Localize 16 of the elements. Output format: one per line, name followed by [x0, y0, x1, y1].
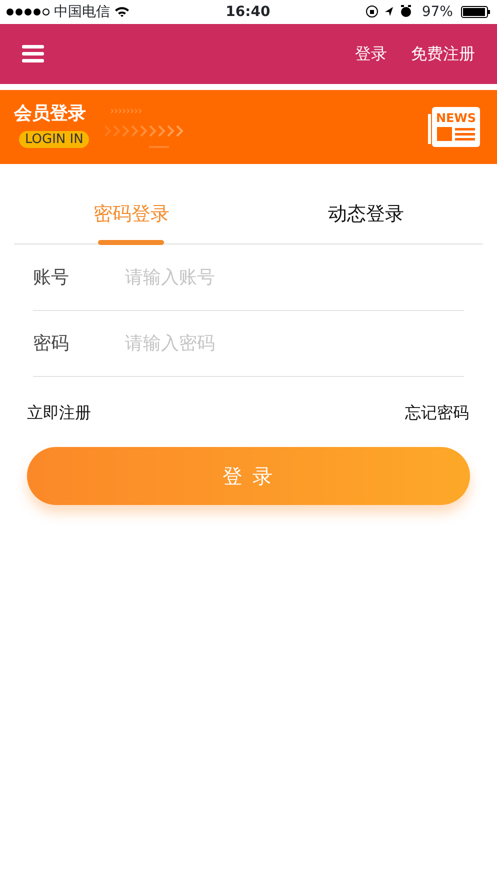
register-link[interactable]: 立即注册 — [27, 400, 91, 424]
login-in-badge: LOGIN IN — [19, 130, 90, 148]
signal-icon — [6, 8, 50, 16]
forgot-password-link[interactable]: 忘记密码 — [405, 400, 469, 424]
field-label: 密码 — [33, 332, 70, 356]
password-input[interactable]: 请输入密码 — [123, 328, 464, 358]
register-link[interactable]: 免费注册 — [411, 42, 475, 66]
login-tab[interactable]: 动态登录 — [248, 180, 483, 242]
field-label: 账号 — [33, 266, 70, 290]
login-link[interactable]: 登录 — [355, 42, 387, 66]
carrier-name: 中国电信 — [54, 2, 110, 22]
banner-title: 会员登录 — [14, 104, 87, 122]
clock-time: 16:40 — [226, 2, 270, 22]
battery-percent: 97% — [422, 2, 453, 22]
account-input[interactable]: 请输入账号 — [123, 262, 464, 292]
menu-icon[interactable] — [22, 45, 44, 63]
